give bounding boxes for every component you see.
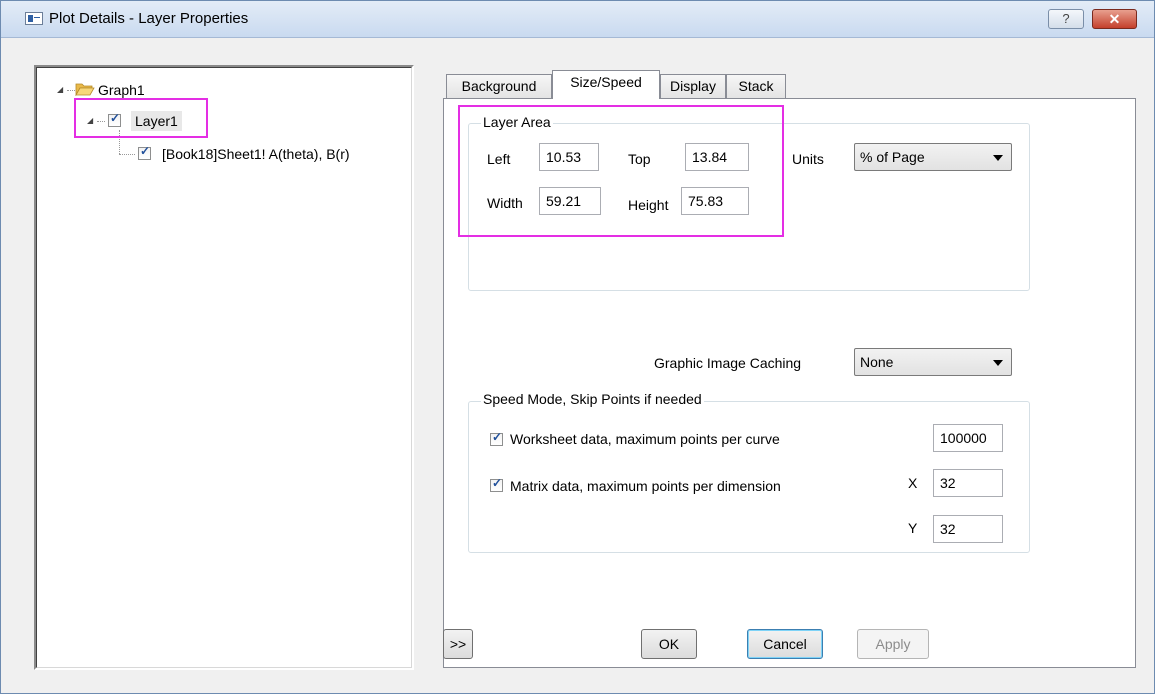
- units-label: Units: [792, 151, 824, 167]
- layer-tree[interactable]: ◢ Graph1 ◢ Layer1 [Book18]Sheet1! A(thet…: [36, 67, 412, 668]
- units-value: % of Page: [860, 149, 925, 165]
- open-folder-icon: [75, 83, 95, 96]
- ok-button[interactable]: OK: [641, 629, 697, 659]
- caching-value: None: [860, 354, 894, 370]
- tree-item-plot[interactable]: [Book18]Sheet1! A(theta), B(r): [162, 144, 350, 164]
- tab-display[interactable]: Display: [660, 74, 726, 98]
- y-label: Y: [908, 520, 918, 536]
- title-bar[interactable]: Plot Details - Layer Properties ? ✕: [1, 1, 1154, 38]
- tab-stack[interactable]: Stack: [726, 74, 786, 98]
- y-points-input[interactable]: 32: [933, 515, 1003, 543]
- dropdown-arrow-icon: [993, 155, 1003, 161]
- window-icon: [25, 12, 43, 25]
- tree-connector: [67, 90, 75, 91]
- plot-checkbox[interactable]: [138, 144, 151, 160]
- close-button[interactable]: ✕: [1092, 9, 1137, 29]
- collapse-triangle-icon[interactable]: ◢: [57, 86, 65, 94]
- worksheet-points-input[interactable]: 100000: [933, 424, 1003, 452]
- caching-label: Graphic Image Caching: [654, 355, 802, 371]
- tab-size-speed[interactable]: Size/Speed: [552, 70, 660, 99]
- tree-connector: [119, 154, 135, 155]
- x-points-input[interactable]: 32: [933, 469, 1003, 497]
- tree-item-graph1[interactable]: Graph1: [98, 80, 145, 100]
- dropdown-arrow-icon: [993, 360, 1003, 366]
- layer-tree-panel: ◢ Graph1 ◢ Layer1 [Book18]Sheet1! A(thet…: [34, 65, 414, 670]
- matrix-label[interactable]: Matrix data, maximum points per dimensio…: [510, 478, 781, 494]
- apply-button[interactable]: Apply: [857, 629, 929, 659]
- tab-background[interactable]: Background: [446, 74, 552, 98]
- x-label: X: [908, 475, 918, 491]
- layer1-highlight-box: [74, 98, 208, 138]
- units-dropdown[interactable]: % of Page: [854, 143, 1012, 171]
- cancel-button[interactable]: Cancel: [747, 629, 823, 659]
- worksheet-label[interactable]: Worksheet data, maximum points per curve: [510, 431, 780, 447]
- expand-button[interactable]: >>: [443, 629, 473, 659]
- caching-dropdown[interactable]: None: [854, 348, 1012, 376]
- size-speed-panel: Layer Area Left 10.53 Top 13.84 Units % …: [443, 98, 1136, 668]
- dialog-client: ◢ Graph1 ◢ Layer1 [Book18]Sheet1! A(thet…: [9, 43, 1146, 687]
- speed-mode-title: Speed Mode, Skip Points if needed: [481, 391, 704, 407]
- worksheet-checkbox[interactable]: [490, 430, 503, 446]
- matrix-checkbox[interactable]: [490, 476, 503, 492]
- help-button[interactable]: ?: [1048, 9, 1084, 29]
- plot-details-dialog: Plot Details - Layer Properties ? ✕ ◢ Gr…: [0, 0, 1155, 694]
- layer-area-highlight-box: [458, 105, 784, 237]
- window-title: Plot Details - Layer Properties: [49, 10, 249, 27]
